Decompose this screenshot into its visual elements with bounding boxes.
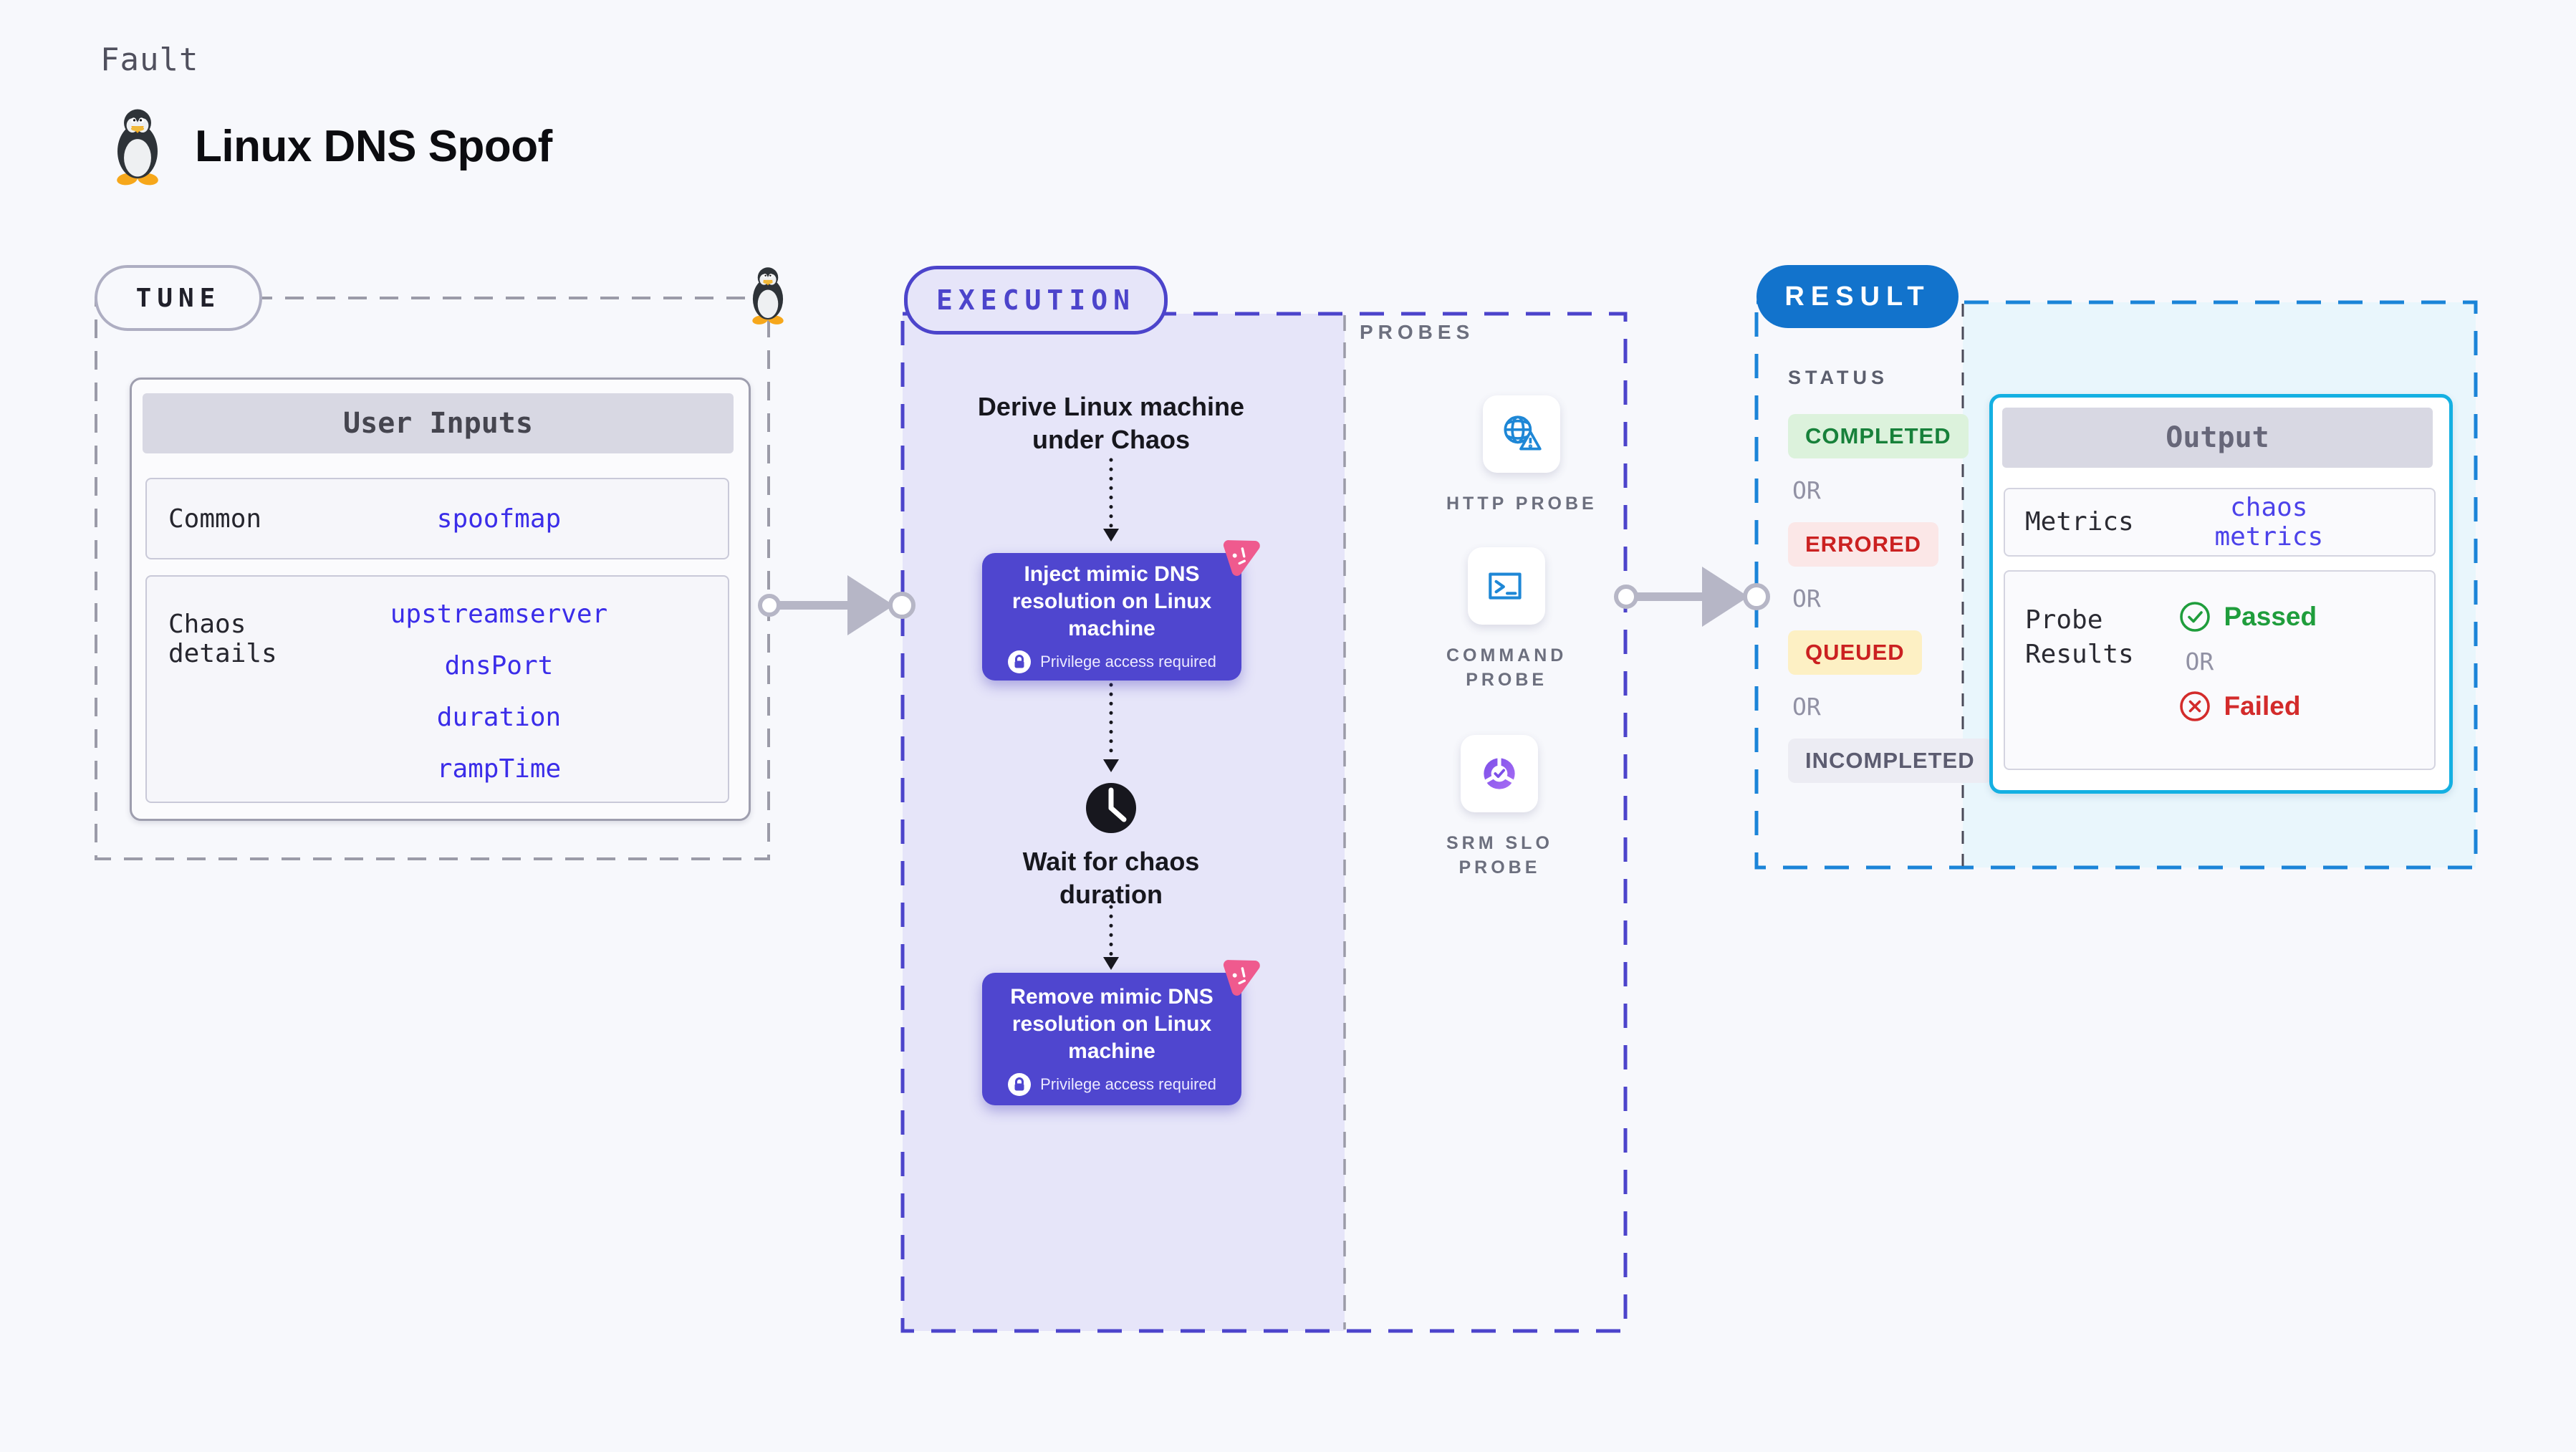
privilege-note: Privilege access required xyxy=(1040,653,1216,670)
input-value-duration[interactable]: duration xyxy=(437,703,561,732)
execution-panel xyxy=(903,314,1345,1331)
chaos-badge-icon xyxy=(1216,956,1261,1000)
or-separator: OR xyxy=(1792,693,1821,721)
input-value-ramptime[interactable]: rampTime xyxy=(437,754,561,784)
or-separator: OR xyxy=(2185,648,2214,675)
http-probe-card[interactable] xyxy=(1483,395,1561,473)
user-inputs-header: User Inputs xyxy=(143,393,734,453)
status-badge-queued: QUEUED xyxy=(1788,630,1922,675)
srm-slo-probe-card[interactable] xyxy=(1461,735,1539,812)
fault-eyebrow: Fault xyxy=(100,42,199,78)
remove-card-text: Remove mimic DNS resolution on Linux mac… xyxy=(1010,984,1213,1063)
probe-result-passed: Passed xyxy=(2178,600,2317,633)
privilege-note: Privilege access required xyxy=(1040,1074,1216,1093)
tune-section-label: TUNE xyxy=(95,265,262,331)
probe-result-failed: Failed xyxy=(2178,690,2300,723)
probe-item-http[interactable]: HTTP PROBE xyxy=(1446,395,1597,516)
probe-item-command[interactable]: COMMAND PROBE xyxy=(1446,547,1567,692)
check-circle-icon xyxy=(2178,600,2211,633)
input-value-dnsport[interactable]: dnsPort xyxy=(445,651,554,681)
output-row-metrics: Metrics chaos metrics xyxy=(2004,488,2436,557)
status-badge-incompleted: INCOMPLETED xyxy=(1788,739,1992,783)
status-badge-errored: ERRORED xyxy=(1788,522,1939,567)
arrow-tune-to-execution xyxy=(758,575,915,635)
input-row-label: Chaos details xyxy=(168,610,277,668)
probe-label: SRM SLO PROBE xyxy=(1446,833,1553,878)
or-separator: OR xyxy=(1792,476,1821,504)
execution-section-label: EXECUTION xyxy=(904,266,1168,335)
result-section-label: RESULT xyxy=(1756,265,1959,328)
input-row-chaos-details: Chaos details upstreamserver dnsPort dur… xyxy=(145,575,729,803)
tux-corner-icon xyxy=(744,261,792,330)
probe-item-srm-slo[interactable]: SRM SLO PROBE xyxy=(1446,735,1553,880)
step-remove-dns-card[interactable]: Remove mimic DNS resolution on Linux mac… xyxy=(982,973,1241,1105)
status-badge-completed: COMPLETED xyxy=(1788,414,1969,458)
input-row-label: Common xyxy=(168,504,262,534)
metrics-value-link[interactable]: chaos metrics xyxy=(2168,493,2434,552)
lock-icon xyxy=(1007,650,1032,674)
probes-heading: PROBES xyxy=(1360,321,1475,343)
inject-card-text: Inject mimic DNS resolution on Linux mac… xyxy=(1011,562,1212,640)
slo-donut-check-icon xyxy=(1476,750,1523,797)
lock-icon xyxy=(1007,1072,1032,1097)
metrics-label: Metrics xyxy=(2025,507,2134,537)
probe-results-label: Probe Results xyxy=(2025,605,2134,669)
status-list: COMPLETED OR ERRORED OR QUEUED OR INCOMP… xyxy=(1788,414,1992,783)
title-row: Linux DNS Spoof xyxy=(105,106,552,186)
status-heading: STATUS xyxy=(1788,367,1888,388)
command-probe-card[interactable] xyxy=(1468,547,1546,625)
chaos-badge-icon xyxy=(1216,536,1261,580)
tux-icon xyxy=(105,106,170,186)
output-header: Output xyxy=(2002,408,2433,468)
step-derive-machine: Derive Linux machine under Chaos xyxy=(977,392,1245,454)
arrow-execution-to-result xyxy=(1614,567,1770,627)
step-inject-dns-card[interactable]: Inject mimic DNS resolution on Linux mac… xyxy=(982,553,1241,681)
probe-label: HTTP PROBE xyxy=(1446,494,1597,514)
input-value-upstreamserver[interactable]: upstreamserver xyxy=(390,600,607,629)
x-circle-icon xyxy=(2178,690,2211,723)
input-value-spoofmap[interactable]: spoofmap xyxy=(437,504,561,534)
page-title: Linux DNS Spoof xyxy=(195,121,552,171)
terminal-icon xyxy=(1483,562,1530,610)
globe-alert-icon xyxy=(1498,410,1545,458)
step-wait-duration: Wait for chaos duration xyxy=(1022,847,1200,909)
output-row-probe-results: Probe Results Passed OR Failed xyxy=(2004,570,2436,770)
probe-label: COMMAND PROBE xyxy=(1446,645,1567,690)
input-row-common: Common spoofmap xyxy=(145,478,729,559)
or-separator: OR xyxy=(1792,585,1821,612)
